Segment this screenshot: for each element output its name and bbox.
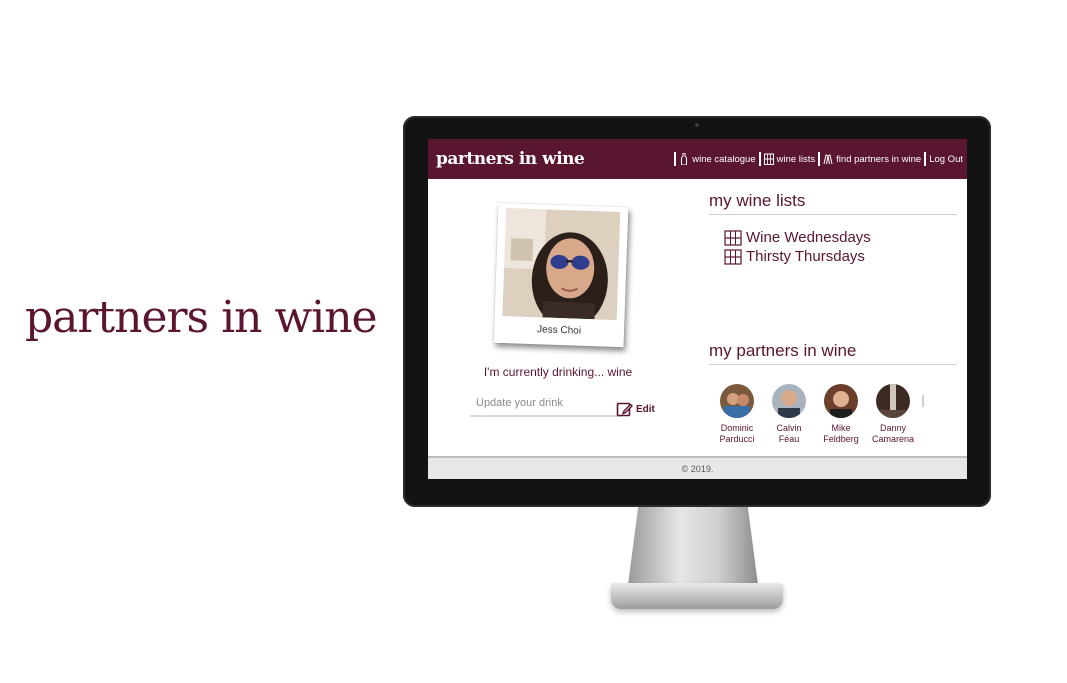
nav-separator (674, 152, 677, 166)
nav-separator (818, 152, 821, 166)
nav-label: wine catalogue (692, 153, 756, 165)
currently-drinking-text: I'm currently drinking... wine (483, 365, 633, 379)
wine-rack-icon (763, 153, 774, 165)
wine-list-item[interactable]: Thirsty Thursdays (724, 247, 871, 266)
partner-card[interactable]: Calvin Féau (763, 384, 815, 445)
nav-log-out[interactable]: Log Out (929, 154, 963, 165)
nav-separator (924, 152, 927, 166)
wine-rack-icon (724, 248, 742, 265)
avatar (876, 384, 910, 418)
monitor-bezel: partners in wine wine catalogue wine lis… (403, 116, 991, 507)
partner-card[interactable]: Mike Feldberg (815, 384, 867, 445)
nav-label: Log Out (929, 153, 963, 165)
hero-title: partners in wine (25, 292, 378, 343)
toast-glasses-icon (823, 153, 833, 165)
profile-polaroid: Jess Choi (493, 202, 629, 348)
avatar (720, 384, 754, 418)
partner-card[interactable]: Danny Camarena (867, 384, 919, 445)
app-screen: partners in wine wine catalogue wine lis… (428, 139, 967, 479)
partner-card[interactable]: Dominic Parducci (711, 384, 763, 445)
wine-list-label: Thirsty Thursdays (746, 248, 865, 265)
edit-label: Edit (636, 403, 655, 415)
partner-name: Danny Camarena (871, 423, 915, 444)
update-drink-input[interactable] (470, 391, 622, 417)
partners-list: Dominic Parducci Calvin Féau Mike Feldberg (711, 384, 919, 445)
wine-lists: Wine Wednesdays Thirsty Thursdays (724, 228, 871, 266)
avatar (824, 384, 858, 418)
wine-list-label: Wine Wednesdays (746, 229, 871, 246)
nav-label: find partners in wine (836, 153, 922, 165)
nav-separator (758, 152, 761, 166)
brand-logo[interactable]: partners in wine (436, 149, 585, 169)
profile-photo (502, 208, 621, 320)
partners-heading: my partners in wine (709, 341, 957, 365)
profile-name: Jess Choi (536, 324, 582, 337)
partner-name: Mike Feldberg (823, 423, 859, 444)
webcam-dot (695, 123, 699, 127)
nav-label: wine lists (776, 153, 816, 165)
partners-scroll-indicator[interactable] (922, 395, 924, 407)
top-nav: partners in wine wine catalogue wine lis… (428, 139, 967, 179)
nav-wine-lists[interactable]: wine lists (763, 153, 816, 165)
wine-lists-heading: my wine lists (709, 191, 957, 215)
footer: © 2019. (428, 456, 967, 479)
nav-find-partners[interactable]: find partners in wine (823, 153, 921, 165)
wine-list-item[interactable]: Wine Wednesdays (724, 228, 871, 247)
edit-drink-button[interactable]: Edit (616, 400, 655, 418)
edit-pencil-icon (616, 402, 633, 417)
avatar (772, 384, 806, 418)
partner-name: Dominic Parducci (719, 423, 755, 444)
wine-bottle-icon (679, 153, 689, 165)
monitor-stand-neck (628, 505, 758, 585)
monitor-stand-base (611, 583, 783, 609)
nav-links: wine catalogue wine lists find partners … (671, 152, 963, 166)
wine-rack-icon (724, 229, 742, 246)
nav-wine-catalogue[interactable]: wine catalogue (679, 153, 756, 165)
partner-name: Calvin Féau (776, 423, 802, 444)
